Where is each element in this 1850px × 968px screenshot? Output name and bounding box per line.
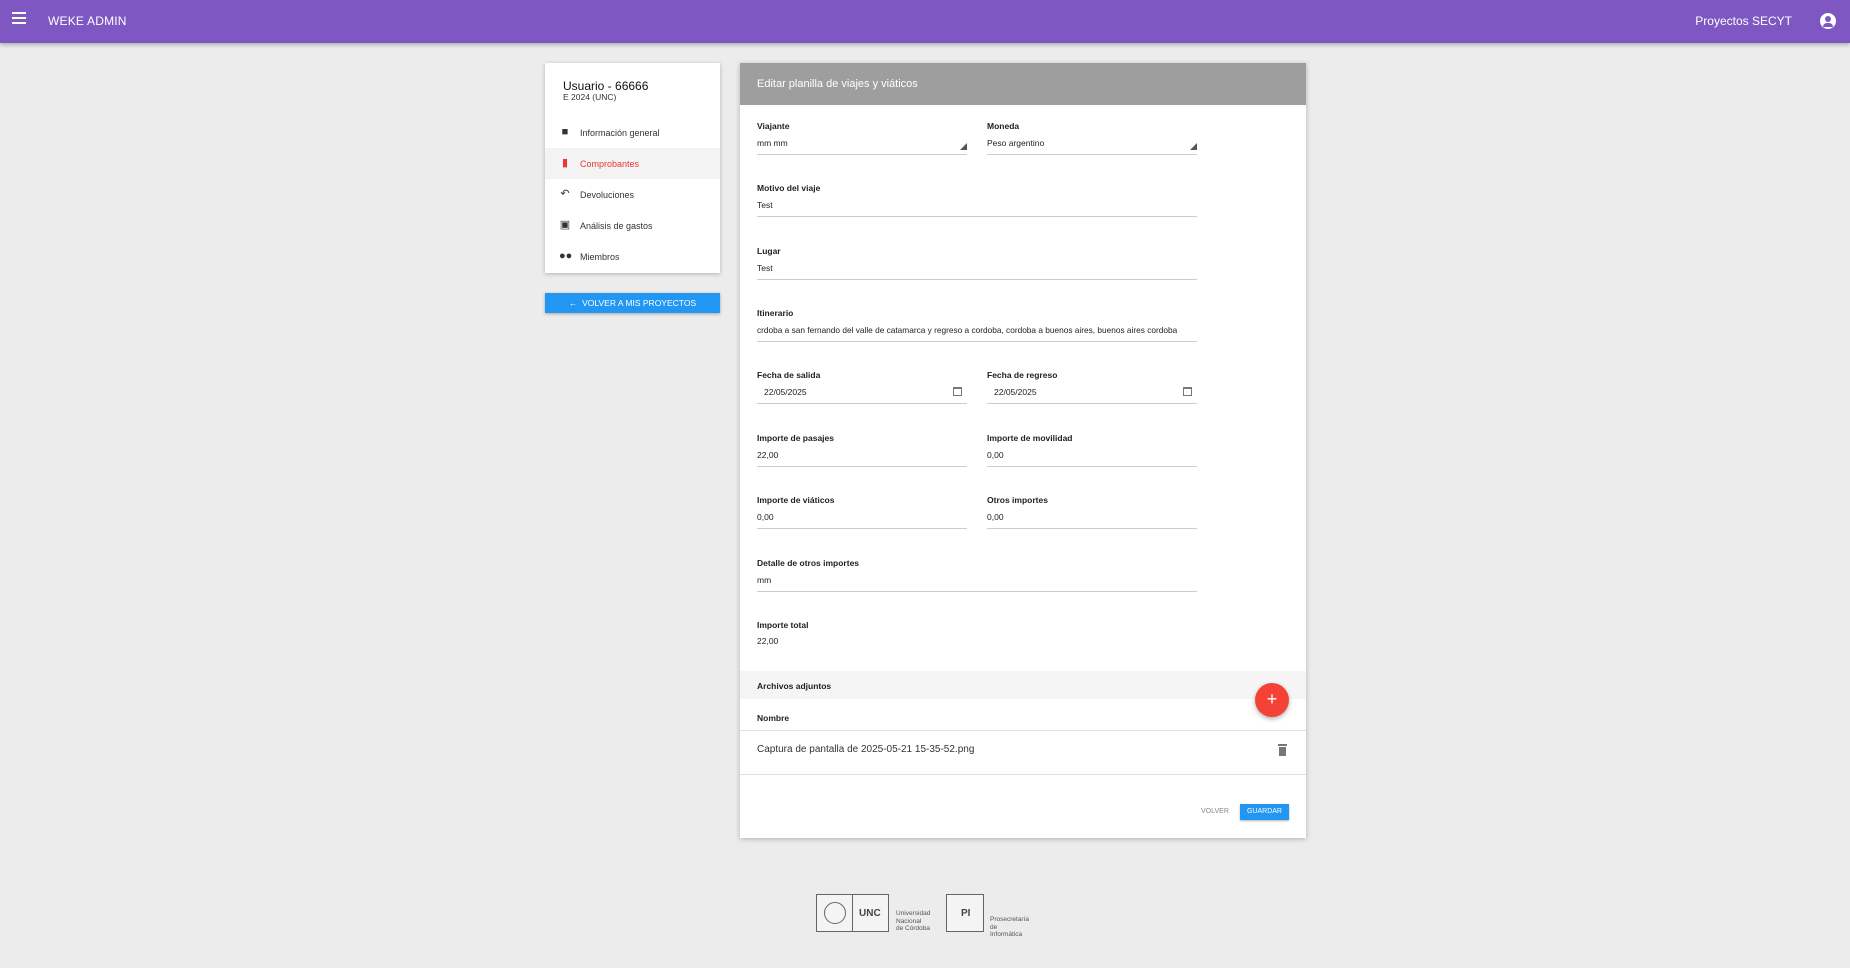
calendar-icon[interactable] xyxy=(953,387,962,396)
fecha-regreso-value: 22/05/2025 xyxy=(994,387,1037,397)
fecha-regreso-input[interactable]: 22/05/2025 xyxy=(987,387,1197,404)
back-to-projects-label: VOLVER A MIS PROYECTOS xyxy=(582,298,697,308)
arrow-left-icon: ← xyxy=(568,298,578,308)
viajante-label: Viajante xyxy=(757,121,790,131)
sidebar-item-analisis-gastos[interactable]: ▣ Análisis de gastos xyxy=(545,210,720,241)
motivo-field: Motivo del viaje Test xyxy=(757,183,1197,217)
lugar-field: Lugar Test xyxy=(757,246,1197,280)
importe-movilidad-field: Importe de movilidad 0,00 xyxy=(987,433,1197,467)
itinerario-field: Itinerario crdoba a san fernando del val… xyxy=(757,308,1197,342)
moneda-field: Moneda Peso argentino xyxy=(987,121,1197,155)
sidebar-item-devoluciones[interactable]: ↶ Devoluciones xyxy=(545,179,720,210)
fecha-regreso-field: Fecha de regreso 22/05/2025 xyxy=(987,370,1197,404)
fecha-salida-input[interactable]: 22/05/2025 xyxy=(757,387,967,404)
calendar-icon[interactable] xyxy=(1183,387,1192,396)
user-title: Usuario - 66666 xyxy=(563,79,649,93)
otros-importes-field: Otros importes 0,00 xyxy=(987,495,1197,529)
add-attachment-button[interactable]: + xyxy=(1255,683,1289,717)
plus-icon: + xyxy=(1266,689,1278,709)
sidebar-item-label: Información general xyxy=(580,128,660,138)
motivo-label: Motivo del viaje xyxy=(757,183,821,193)
file-name: Captura de pantalla de 2025-05-21 15-35-… xyxy=(757,744,975,755)
sidebar-item-miembros[interactable]: ●● Miembros xyxy=(545,241,720,272)
delete-icon[interactable] xyxy=(1278,744,1287,756)
attachments-header: Archivos adjuntos xyxy=(740,671,1306,699)
document-icon: ▮ xyxy=(561,157,569,169)
unc-logo-text: UNC xyxy=(859,908,881,919)
sidebar-item-label: Análisis de gastos xyxy=(580,221,653,231)
fecha-salida-label: Fecha de salida xyxy=(757,370,821,380)
importe-movilidad-label: Importe de movilidad xyxy=(987,433,1073,443)
otros-importes-label: Otros importes xyxy=(987,495,1048,505)
form-card: Editar planilla de viajes y viáticos Via… xyxy=(740,63,1306,838)
sidebar-item-comprobantes[interactable]: ▮ Comprobantes xyxy=(545,148,720,179)
importe-total-value: 22,00 xyxy=(757,636,779,646)
sidebar-card: Usuario - 66666 E 2024 (UNC) ■ Informaci… xyxy=(545,63,720,273)
sidebar-nav: ■ Información general ▮ Comprobantes ↶ D… xyxy=(545,117,720,272)
otros-importes-input[interactable]: 0,00 xyxy=(987,512,1197,529)
motivo-input[interactable]: Test xyxy=(757,200,1197,217)
importe-total-field: Importe total 22,00 xyxy=(757,620,967,646)
guardar-button[interactable]: GUARDAR xyxy=(1240,804,1289,820)
detalle-otros-input[interactable]: mm xyxy=(757,575,1197,592)
moneda-select[interactable]: Peso argentino xyxy=(987,138,1197,155)
user-subtitle: E 2024 (UNC) xyxy=(563,92,617,102)
top-app-bar: WEKE ADMIN Proyectos SECYT xyxy=(0,0,1850,43)
volver-button[interactable]: VOLVER xyxy=(1201,808,1229,815)
lugar-label: Lugar xyxy=(757,246,781,256)
sidebar-item-label: Devoluciones xyxy=(580,190,635,200)
pi-logo-text: PI xyxy=(961,908,971,919)
importe-viaticos-input[interactable]: 0,00 xyxy=(757,512,967,529)
unc-logo: UNC xyxy=(816,894,889,932)
table-row: Captura de pantalla de 2025-05-21 15-35-… xyxy=(740,731,1306,775)
fecha-salida-field: Fecha de salida 22/05/2025 xyxy=(757,370,967,404)
pi-name: Prosecretaría de Informática xyxy=(990,916,1030,938)
unc-seal-icon xyxy=(824,902,846,924)
importe-pasajes-field: Importe de pasajes 22,00 xyxy=(757,433,967,467)
sidebar-item-label: Comprobantes xyxy=(580,159,640,169)
moneda-label: Moneda xyxy=(987,121,1020,131)
account-circle-icon[interactable] xyxy=(1820,13,1836,29)
app-title: WEKE ADMIN xyxy=(48,14,127,28)
viajante-select[interactable]: mm mm xyxy=(757,138,967,155)
menu-icon[interactable] xyxy=(12,12,26,26)
importe-pasajes-input[interactable]: 22,00 xyxy=(757,450,967,467)
importe-total-label: Importe total xyxy=(757,620,809,630)
fecha-salida-value: 22/05/2025 xyxy=(764,387,807,397)
detalle-otros-label: Detalle de otros importes xyxy=(757,558,860,568)
importe-movilidad-input[interactable]: 0,00 xyxy=(987,450,1197,467)
reply-icon: ↶ xyxy=(560,188,570,200)
column-header-nombre: Nombre xyxy=(757,713,790,723)
fecha-regreso-label: Fecha de regreso xyxy=(987,370,1058,380)
importe-viaticos-field: Importe de viáticos 0,00 xyxy=(757,495,967,529)
find-in-page-icon: ▣ xyxy=(559,219,571,231)
itinerario-label: Itinerario xyxy=(757,308,794,318)
form-title: Editar planilla de viajes y viáticos xyxy=(740,63,1306,105)
importe-viaticos-label: Importe de viáticos xyxy=(757,495,835,505)
attachments-title: Archivos adjuntos xyxy=(757,681,832,691)
viajante-field: Viajante mm mm xyxy=(757,121,967,155)
itinerario-input[interactable]: crdoba a san fernando del valle de catam… xyxy=(757,325,1197,342)
importe-pasajes-label: Importe de pasajes xyxy=(757,433,835,443)
unc-name: Universidad Nacional de Córdoba xyxy=(896,910,931,932)
sidebar-item-label: Miembros xyxy=(580,252,620,262)
book-icon: ■ xyxy=(561,126,569,138)
sidebar-item-informacion-general[interactable]: ■ Información general xyxy=(545,117,720,148)
detalle-otros-field: Detalle de otros importes mm xyxy=(757,558,1197,592)
pi-logo: PI xyxy=(946,894,984,932)
back-to-projects-button[interactable]: ← VOLVER A MIS PROYECTOS xyxy=(545,293,720,313)
projects-label: Proyectos SECYT xyxy=(1695,14,1792,28)
lugar-input[interactable]: Test xyxy=(757,263,1197,280)
people-icon: ●● xyxy=(559,250,573,262)
